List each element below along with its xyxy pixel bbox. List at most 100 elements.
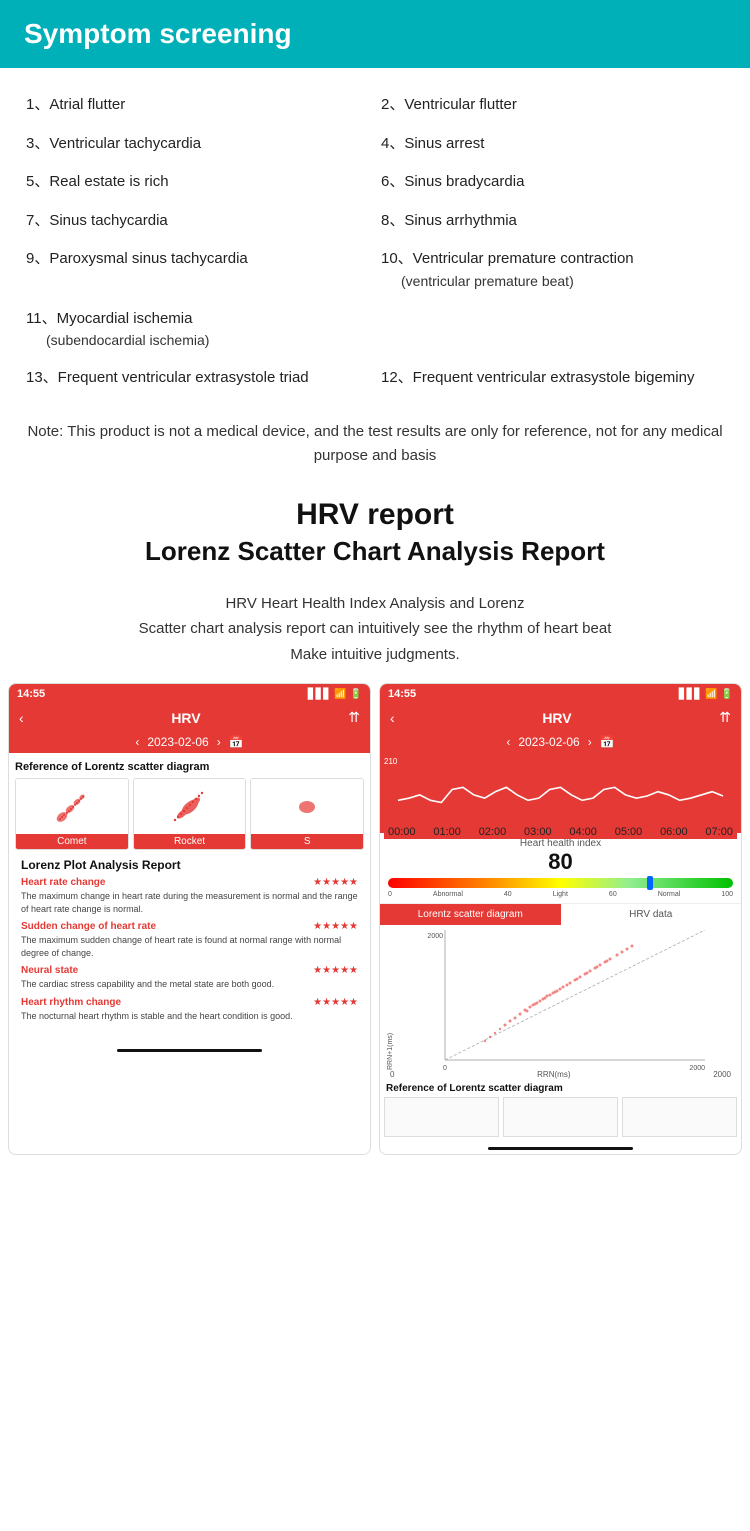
tab-lorentz[interactable]: Lorentz scatter diagram: [380, 904, 561, 925]
list-item: 8、Sinus arrhythmia: [375, 202, 730, 241]
tab-hrv-data[interactable]: HRV data: [561, 904, 742, 925]
list-item: 4、Sinus arrest: [375, 125, 730, 164]
header-banner: Symptom screening: [0, 0, 750, 68]
metric-name-2: Sudden change of heart rate: [21, 921, 156, 932]
s-image: [251, 779, 363, 834]
metric-stars-4: ★★★★★: [313, 997, 358, 1008]
scatter-chart-svg: 2000 0 2000: [394, 930, 736, 1070]
battery-icon-r: 🔋: [721, 689, 733, 700]
metric-desc-1: The maximum change in heart rate during …: [21, 890, 358, 915]
metric-name-1: Heart rate change: [21, 877, 105, 888]
scatter-axis-labels: 0 RRN(ms) 2000: [385, 1070, 736, 1079]
rocket-label: Rocket: [134, 834, 246, 849]
health-bar: [388, 878, 733, 888]
scatter-thumb-rocket[interactable]: Rocket: [133, 778, 247, 850]
back-icon-r[interactable]: ‹: [390, 710, 395, 726]
metric-desc-2: The maximum sudden change of heart rate …: [21, 934, 358, 959]
health-index-section: Heart health index 80 0 Abnormal 40 Ligh…: [380, 833, 741, 903]
waveform-x-labels: 00:00 01:00 02:00 03:00 04:00 05:00 06:0…: [384, 825, 737, 839]
metric-stars-3: ★★★★★: [313, 965, 358, 976]
calendar-icon-r[interactable]: 📅: [600, 735, 615, 749]
metric-stars-2: ★★★★★: [313, 921, 358, 932]
status-icons-left: ▋▋▋ 📶 🔋: [308, 689, 362, 700]
scatter-thumb-s[interactable]: S: [250, 778, 364, 850]
analysis-title: Lorenz Plot Analysis Report: [21, 858, 358, 872]
nav-title-left: HRV: [171, 710, 200, 726]
analysis-section: Lorenz Plot Analysis Report Heart rate c…: [15, 858, 364, 1035]
rocket-svg: [160, 782, 220, 832]
scatter-y-axis-label: RRN+1(ms): [385, 930, 394, 1070]
ref-thumb-1[interactable]: [384, 1097, 499, 1137]
metric-name-4: Heart rhythm change: [21, 997, 121, 1008]
phone-left-home-bar: [117, 1049, 261, 1052]
list-item: 11、Myocardial ischemia (subendocardial i…: [20, 300, 375, 360]
metric-stars-1: ★★★★★: [313, 877, 358, 888]
rocket-image: [134, 779, 246, 834]
share-icon-r[interactable]: ⇈: [719, 709, 731, 726]
waveform-y-label: 210: [384, 757, 397, 766]
scatter-plot-wrapper: RRN+1(ms) 2000 0 2000: [385, 930, 736, 1070]
phone-tabs: Lorentz scatter diagram HRV data: [380, 903, 741, 925]
comet-label: Comet: [16, 834, 128, 849]
note-text: Note: This product is not a medical devi…: [27, 423, 722, 464]
metric-desc-4: The nocturnal heart rhythm is stable and…: [21, 1010, 358, 1023]
prev-date-icon-r[interactable]: ‹: [506, 735, 510, 749]
calendar-icon[interactable]: 📅: [229, 735, 244, 749]
list-item: 10、Ventricular premature contraction (ve…: [375, 240, 730, 300]
comet-image: [16, 779, 128, 834]
list-item: 7、Sinus tachycardia: [20, 202, 375, 241]
prev-date-icon[interactable]: ‹: [135, 735, 139, 749]
svg-text:2000: 2000: [689, 1065, 705, 1070]
ref-thumb-2[interactable]: [503, 1097, 618, 1137]
ref-thumbs-right: [380, 1097, 741, 1141]
hrv-main-title: HRV report: [20, 498, 730, 532]
phone-right-home-bar: [488, 1147, 632, 1150]
scatter-thumb-comet[interactable]: Comet: [15, 778, 129, 850]
metric-desc-3: The cardiac stress capability and the me…: [21, 978, 358, 991]
status-time-left: 14:55: [17, 688, 45, 700]
list-item: 2、Ventricular flutter: [375, 86, 730, 125]
list-item: 6、Sinus bradycardia: [375, 163, 730, 202]
hrv-description: HRV Heart Health Index Analysis and Lore…: [0, 583, 750, 684]
health-bar-marker: [647, 876, 653, 890]
note-section: Note: This product is not a medical devi…: [20, 420, 730, 468]
date-left: 2023-02-06: [147, 735, 208, 749]
s-svg: [277, 782, 337, 832]
health-bar-labels: 0 Abnormal 40 Light 60 Normal 100: [388, 891, 733, 898]
phone-right-nav: ‹ HRV ⇈: [380, 704, 741, 731]
signal-icon: ▋▋▋: [308, 689, 331, 700]
phone-left-date: ‹ 2023-02-06 › 📅: [9, 731, 370, 753]
scatter-x-label: RRN(ms): [537, 1070, 570, 1079]
health-label: Heart health index: [388, 838, 733, 849]
svg-text:0: 0: [443, 1065, 447, 1070]
list-item: 1、Atrial flutter: [20, 86, 375, 125]
next-date-icon[interactable]: ›: [217, 735, 221, 749]
battery-icon: 🔋: [350, 689, 362, 700]
ref-label-right: Reference of Lorentz scatter diagram: [380, 1079, 741, 1097]
hrv-sub-title: Lorenz Scatter Chart Analysis Report: [20, 536, 730, 567]
comet-svg: [42, 782, 102, 832]
share-icon[interactable]: ⇈: [348, 709, 360, 726]
date-right: 2023-02-06: [518, 735, 579, 749]
back-icon[interactable]: ‹: [19, 710, 24, 726]
metric-name-3: Neural state: [21, 965, 78, 976]
header-title: Symptom screening: [24, 18, 726, 50]
svg-text:2000: 2000: [427, 933, 443, 940]
s-label: S: [251, 834, 363, 849]
metric-sudden-change: Sudden change of heart rate ★★★★★ The ma…: [21, 921, 358, 959]
ref-thumb-3[interactable]: [622, 1097, 737, 1137]
next-date-icon-r[interactable]: ›: [588, 735, 592, 749]
status-icons-right: ▋▋▋ 📶 🔋: [679, 689, 733, 700]
phone-right-date: ‹ 2023-02-06 › 📅: [380, 731, 741, 753]
list-item: 3、Ventricular tachycardia: [20, 125, 375, 164]
scatter-label-left: Reference of Lorentz scatter diagram: [15, 761, 364, 773]
phone-left-content: Reference of Lorentz scatter diagram: [9, 753, 370, 1043]
nav-title-right: HRV: [542, 710, 571, 726]
phones-container: 14:55 ▋▋▋ 📶 🔋 ‹ HRV ⇈ ‹ 2023-02-06 › 📅 R…: [0, 683, 750, 1175]
metric-heart-rhythm: Heart rhythm change ★★★★★ The nocturnal …: [21, 997, 358, 1023]
phone-right-status: 14:55 ▋▋▋ 📶 🔋: [380, 684, 741, 704]
status-time-right: 14:55: [388, 688, 416, 700]
list-item: 5、Real estate is rich: [20, 163, 375, 202]
wifi-icon: 📶: [334, 689, 346, 700]
waveform-chart: [384, 757, 737, 822]
